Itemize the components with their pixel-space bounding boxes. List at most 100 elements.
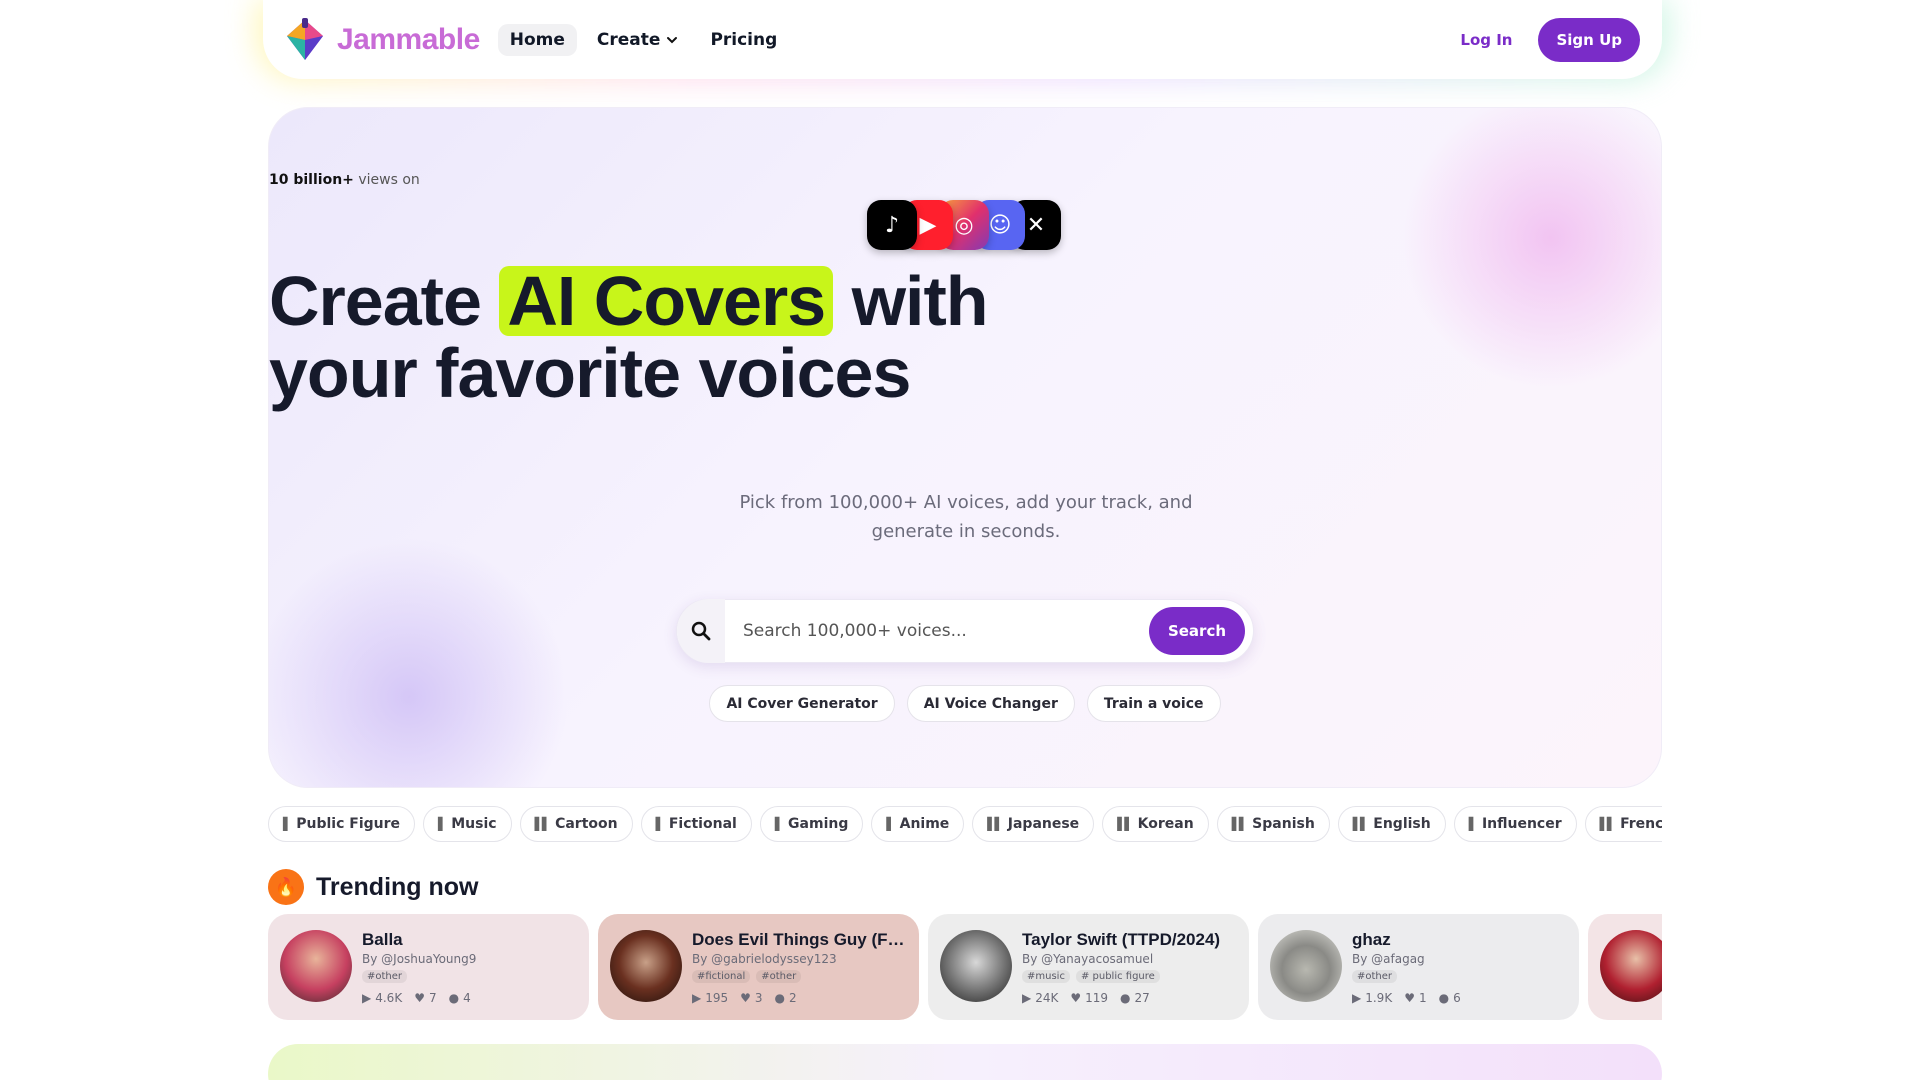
voice-author: By @Yanayacosamuel bbox=[1022, 952, 1154, 966]
views-suffix: views on bbox=[353, 172, 420, 188]
quick-link-ai-cover-generator[interactable]: AI Cover Generator bbox=[709, 685, 895, 722]
quick-link-ai-voice-changer[interactable]: AI Voice Changer bbox=[906, 685, 1075, 722]
voice-card-body: Does Evil Things Guy (FNF... By @gabriel… bbox=[692, 930, 907, 1005]
nav-create-label: Create bbox=[596, 29, 661, 50]
search-icon-container bbox=[677, 599, 725, 663]
heart-icon: ♥ bbox=[414, 991, 425, 1005]
category-icon: ▌ bbox=[1468, 817, 1478, 831]
voice-title: Taylor Swift (TTPD/2024) bbox=[1022, 930, 1221, 949]
category-chip[interactable]: ▌▌ Cartoon bbox=[519, 806, 633, 842]
voice-avatar bbox=[1600, 930, 1662, 1002]
nav-home[interactable]: Home bbox=[497, 23, 577, 56]
category-icon: ▌ bbox=[774, 817, 784, 831]
quick-links: AI Cover Generator AI Voice Changer Trai… bbox=[269, 685, 1661, 722]
quick-link-train-voice[interactable]: Train a voice bbox=[1086, 685, 1221, 722]
headline-post: with bbox=[833, 262, 989, 340]
play-icon: ▶ bbox=[362, 991, 372, 1005]
trending-cards: Balla By @JoshuaYoung9 #other ▶ 4.6K ♥ 7 ●… bbox=[268, 914, 1662, 1020]
category-chip[interactable]: ▌ Music bbox=[423, 806, 512, 842]
category-chip[interactable]: ▌▌ English bbox=[1337, 806, 1446, 842]
voice-card[interactable]: Balla By @JoshuaYoung9 #other ▶ 4.6K ♥ 7 ●… bbox=[268, 914, 589, 1020]
signup-button[interactable]: Sign Up bbox=[1538, 17, 1640, 62]
nav-create[interactable]: Create bbox=[585, 24, 691, 56]
hero-section: 10 billion+ views on ♪ ▶ ◎ ☺ ✕ Create AI… bbox=[268, 107, 1662, 788]
voice-stats: ▶ 195 ♥ 3 ● 2 bbox=[692, 991, 907, 1005]
category-chip[interactable]: ▌ Public Figure bbox=[268, 806, 416, 842]
category-chip[interactable]: ▌▌French bbox=[1584, 806, 1662, 842]
play-icon: ▶ bbox=[1022, 991, 1032, 1005]
category-chip[interactable]: ▌ Fictional bbox=[640, 806, 752, 842]
category-label: Spanish bbox=[1252, 816, 1315, 832]
fire-icon: 🔥 bbox=[268, 869, 304, 905]
nav-home-label: Home bbox=[509, 29, 565, 50]
views-count: 10 billion+ bbox=[269, 172, 354, 188]
trending-header: 🔥 Trending now bbox=[268, 869, 479, 905]
category-chip[interactable]: ▌▌ Spanish bbox=[1216, 806, 1330, 842]
category-chip[interactable]: ▌ Anime bbox=[871, 806, 965, 842]
category-chip[interactable]: ▌ Influencer bbox=[1453, 806, 1577, 842]
comment-count: ● 4 bbox=[449, 991, 471, 1005]
category-icon: ▌▌ bbox=[534, 817, 552, 831]
voice-card[interactable]: Does Evil Things Guy (FNF... By @gabriel… bbox=[598, 914, 919, 1020]
like-count: ♥ 119 bbox=[1070, 991, 1108, 1005]
nav-pricing[interactable]: Pricing bbox=[698, 24, 789, 56]
voice-avatar bbox=[610, 930, 682, 1002]
jammable-logo-icon bbox=[287, 17, 323, 60]
heart-icon: ♥ bbox=[1404, 991, 1415, 1005]
category-label: Cartoon bbox=[555, 816, 618, 832]
category-chip[interactable]: ▌▌ Japanese bbox=[972, 806, 1095, 842]
comment-count-value: 27 bbox=[1134, 991, 1150, 1005]
tiktok-icon: ♪ bbox=[867, 200, 917, 250]
comment-count-value: 2 bbox=[789, 991, 797, 1005]
login-button[interactable]: Log In bbox=[1460, 31, 1512, 49]
voice-card[interactable] bbox=[1588, 914, 1662, 1020]
logo[interactable]: Jammable bbox=[283, 17, 480, 62]
like-count-value: 3 bbox=[754, 991, 763, 1005]
comment-count: ● 27 bbox=[1120, 991, 1150, 1005]
voice-avatar bbox=[280, 930, 352, 1002]
comment-icon: ● bbox=[774, 991, 786, 1005]
voice-card[interactable]: ghaz By @afagag #other ▶ 1.9K ♥ 1 ● 6 bbox=[1258, 914, 1579, 1020]
voice-search-bar: Search bbox=[676, 599, 1254, 663]
category-filters: ▌ Public Figure ▌ Music ▌▌ Cartoon ▌ Fiction… bbox=[268, 806, 1662, 842]
category-icon: ▌▌ bbox=[1599, 817, 1617, 831]
category-chip[interactable]: ▌ Gaming bbox=[759, 806, 864, 842]
search-input[interactable] bbox=[725, 621, 1149, 641]
like-count-value: 7 bbox=[428, 991, 437, 1005]
voice-card[interactable]: Taylor Swift (TTPD/2024) By @Yanayacosam… bbox=[928, 914, 1249, 1020]
hero-subtitle: Pick from 100,000+ AI voices, add your t… bbox=[739, 492, 1193, 542]
like-count: ♥ 1 bbox=[1404, 991, 1426, 1005]
category-label: French bbox=[1620, 816, 1662, 832]
logo-text: Jammable bbox=[337, 22, 480, 56]
comment-icon: ● bbox=[1120, 991, 1131, 1005]
voice-tag: #other bbox=[756, 970, 802, 983]
comment-count-value: 4 bbox=[463, 991, 471, 1005]
social-platforms: ♪ ▶ ◎ ☺ ✕ bbox=[867, 200, 1067, 252]
search-button[interactable]: Search bbox=[1149, 607, 1245, 655]
category-icon: ▌ bbox=[655, 817, 665, 831]
voice-author: By @afagag bbox=[1352, 952, 1425, 966]
views-stat: 10 billion+ views on bbox=[269, 172, 1661, 188]
category-icon: ▌▌ bbox=[1352, 817, 1370, 831]
voice-tags: #music # public figure bbox=[1022, 970, 1237, 983]
play-count-value: 1.9K bbox=[1365, 991, 1393, 1005]
category-icon: ▌ bbox=[438, 817, 447, 831]
nav-pricing-label: Pricing bbox=[710, 29, 778, 50]
headline-pre: Create bbox=[269, 262, 500, 340]
trending-title: Trending now bbox=[316, 872, 479, 901]
voice-avatar bbox=[940, 930, 1012, 1002]
category-icon: ▌▌ bbox=[1117, 817, 1134, 831]
hero-headline: Create AI Covers with your favorite voic… bbox=[269, 265, 1661, 409]
category-icon: ▌▌ bbox=[987, 817, 1004, 831]
voice-tag: #other bbox=[1352, 970, 1398, 983]
category-label: Public Figure bbox=[296, 816, 401, 832]
category-icon: ▌ bbox=[886, 817, 895, 831]
promo-banner bbox=[268, 1044, 1662, 1080]
category-chip[interactable]: ▌▌ Korean bbox=[1102, 806, 1209, 842]
voice-author: By @gabrielodyssey123 bbox=[692, 952, 837, 966]
category-label: Gaming bbox=[788, 816, 849, 832]
search-icon bbox=[691, 621, 711, 641]
voice-card-body: Taylor Swift (TTPD/2024) By @Yanayacosam… bbox=[1022, 930, 1237, 1005]
category-label: Fictional bbox=[668, 816, 737, 832]
voice-stats: ▶ 24K ♥ 119 ● 27 bbox=[1022, 991, 1237, 1005]
